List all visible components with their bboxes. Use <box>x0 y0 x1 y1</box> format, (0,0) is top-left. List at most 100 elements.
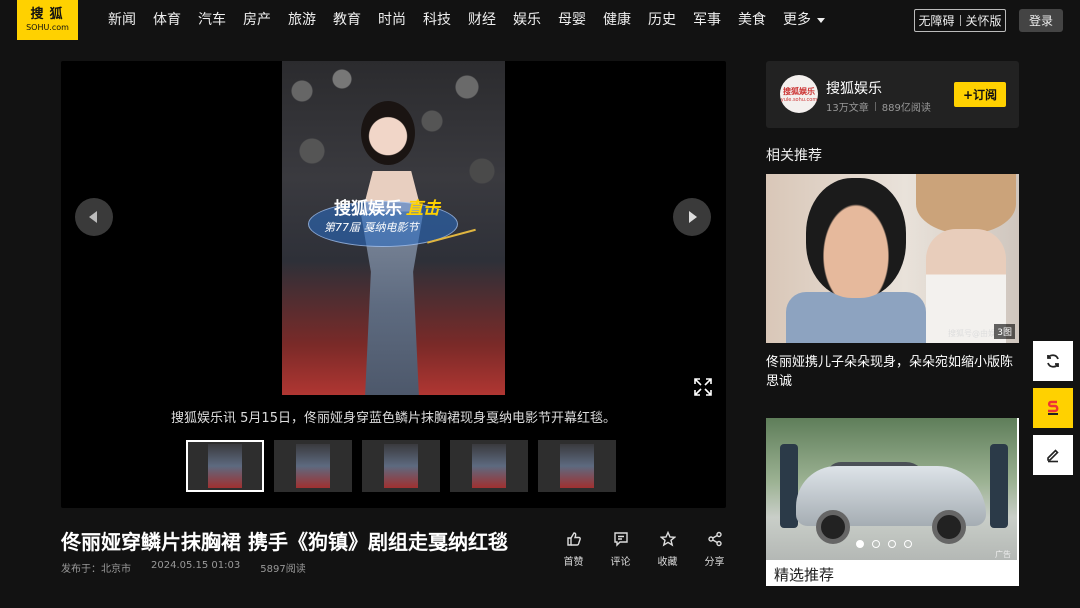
image-shape <box>916 174 1016 234</box>
refresh-icon <box>1047 354 1059 368</box>
thumbnail-strip <box>186 440 626 492</box>
ad-card[interactable]: 广告 精选推荐 <box>766 418 1019 586</box>
login-button[interactable]: 登录 <box>1019 9 1063 32</box>
photo-gallery: 搜狐娱乐 直击 第77届 戛纳电影节 搜狐娱乐讯 5月15日，佟丽娅身穿蓝色鳞片抹… <box>61 61 726 508</box>
divider <box>874 102 876 111</box>
thumbs-up-icon <box>566 532 581 546</box>
refresh-button[interactable] <box>1033 341 1073 381</box>
sohu-logo[interactable]: 搜狐 SOHU.com <box>17 0 78 40</box>
photo-watermark-overlay: 搜狐娱乐 直击 第77届 戛纳电影节 <box>308 191 479 256</box>
arrow-right-icon <box>689 211 697 223</box>
nav-item-sports[interactable]: 体育 <box>153 10 181 30</box>
share-icon <box>707 531 722 547</box>
nav-item-house[interactable]: 房产 <box>243 10 271 30</box>
divider <box>959 15 961 26</box>
image-count-badge: 3图 <box>994 324 1015 339</box>
author-stats: 13万文章 889亿阅读 <box>826 99 931 114</box>
fullscreen-button[interactable] <box>693 377 713 397</box>
total-reads: 889亿阅读 <box>881 103 931 114</box>
logo-text-cn: 搜狐 <box>30 7 69 22</box>
accessibility-button[interactable]: 无障碍 关怀版 <box>914 9 1006 32</box>
carousel-dot-2[interactable] <box>872 540 880 548</box>
author-name[interactable]: 搜狐娱乐 <box>826 78 882 98</box>
nav-item-parenting[interactable]: 母婴 <box>558 10 586 30</box>
thumbnail-image <box>560 444 594 488</box>
share-label: 分享 <box>704 557 725 568</box>
carousel-dot-4[interactable] <box>904 540 912 548</box>
favorite-button[interactable]: 收藏 <box>644 531 691 569</box>
star-icon <box>659 531 676 547</box>
related-item[interactable]: 搜狐号@由娱 3图 佟丽娅携儿子朵朵现身，朵朵宛如缩小版陈思诚 <box>766 174 1019 391</box>
comment-icon <box>613 532 628 547</box>
like-label: 首赞 <box>563 557 584 568</box>
arrow-left-icon <box>89 211 97 223</box>
ad-image[interactable]: 广告 <box>766 418 1017 560</box>
share-button[interactable]: 分享 <box>691 531 738 569</box>
logo-text-en: SOHU.com <box>26 23 69 32</box>
author-avatar[interactable]: 搜狐娱乐 yule.sohu.com <box>780 75 818 113</box>
thumbnail-5[interactable] <box>538 440 616 492</box>
side-toolbar <box>1033 341 1073 482</box>
chevron-down-icon <box>817 17 825 23</box>
image-shape <box>806 178 906 298</box>
nav-item-news[interactable]: 新闻 <box>108 10 136 30</box>
nav-item-health[interactable]: 健康 <box>603 10 631 30</box>
nav-item-food[interactable]: 美食 <box>738 10 766 30</box>
sohu-s-icon <box>1047 400 1059 415</box>
publish-location: 发布于：北京市 <box>61 564 131 575</box>
read-count: 5897阅读 <box>260 564 306 575</box>
nav-item-finance[interactable]: 财经 <box>468 10 496 30</box>
carousel-dots <box>856 540 920 548</box>
nav-item-entertainment[interactable]: 娱乐 <box>513 10 541 30</box>
overlay-highlight: 直击 <box>406 199 440 219</box>
prev-photo-button[interactable] <box>75 198 113 236</box>
subscribe-button[interactable]: +订阅 <box>954 82 1006 107</box>
thumbnail-4[interactable] <box>450 440 528 492</box>
channel-nav: 新闻 体育 汽车 房产 旅游 教育 时尚 科技 财经 娱乐 母婴 健康 历史 军… <box>108 10 842 30</box>
nav-item-education[interactable]: 教育 <box>333 10 361 30</box>
pencil-icon <box>1047 449 1059 463</box>
comment-button[interactable]: 评论 <box>597 531 644 569</box>
thumbnail-2[interactable] <box>274 440 352 492</box>
nav-item-auto[interactable]: 汽车 <box>198 10 226 30</box>
nav-item-tech[interactable]: 科技 <box>423 10 451 30</box>
thumbnail-image <box>296 444 330 488</box>
nav-item-travel[interactable]: 旅游 <box>288 10 316 30</box>
image-watermark: 搜狐号@由娱 <box>948 329 996 338</box>
favorite-label: 收藏 <box>657 557 678 568</box>
overlay-title: 搜狐娱乐 直击 <box>334 194 440 219</box>
nav-item-military[interactable]: 军事 <box>693 10 721 30</box>
image-shape <box>816 510 850 544</box>
thumbnail-3[interactable] <box>362 440 440 492</box>
ad-badge: 广告 <box>995 550 1011 559</box>
nav-more-menu[interactable]: 更多 <box>783 10 825 30</box>
overlay-subtitle: 第77届 戛纳电影节 <box>324 221 419 234</box>
nav-item-fashion[interactable]: 时尚 <box>378 10 406 30</box>
like-button[interactable]: 首赞 <box>550 531 597 569</box>
comment-label: 评论 <box>610 557 631 568</box>
article-count: 13万文章 <box>826 103 869 114</box>
related-item-title[interactable]: 佟丽娅携儿子朵朵现身，朵朵宛如缩小版陈思诚 <box>766 353 1019 391</box>
next-photo-button[interactable] <box>673 198 711 236</box>
main-photo[interactable]: 搜狐娱乐 直击 第77届 戛纳电影节 <box>282 61 505 395</box>
photo-caption: 搜狐娱乐讯 5月15日，佟丽娅身穿蓝色鳞片抹胸裙现身戛纳电影节开幕红毯。 <box>171 411 616 426</box>
write-button[interactable] <box>1033 435 1073 475</box>
image-shape <box>932 510 966 544</box>
thumbnail-image <box>472 444 506 488</box>
expand-icon <box>694 378 712 396</box>
carousel-dot-3[interactable] <box>888 540 896 548</box>
sohu-app-button[interactable] <box>1033 388 1073 428</box>
article-title: 佟丽娅穿鳞片抹胸裙 携手《狗镇》剧组走戛纳红毯 <box>61 530 508 554</box>
author-card: 搜狐娱乐 yule.sohu.com 搜狐娱乐 13万文章 889亿阅读 +订阅 <box>766 61 1019 128</box>
thumbnail-image <box>208 444 242 488</box>
nav-item-history[interactable]: 历史 <box>648 10 676 30</box>
carousel-dot-1[interactable] <box>856 540 864 548</box>
thumbnail-1[interactable] <box>186 440 264 492</box>
related-item-image[interactable]: 搜狐号@由娱 3图 <box>766 174 1019 343</box>
ad-label: 精选推荐 <box>774 566 835 584</box>
thumbnail-image <box>384 444 418 488</box>
avatar-text: 搜狐娱乐 <box>783 86 815 96</box>
image-shape <box>786 292 926 343</box>
accessibility-label: 无障碍 <box>918 14 955 28</box>
avatar-subtext: yule.sohu.com <box>780 96 818 103</box>
